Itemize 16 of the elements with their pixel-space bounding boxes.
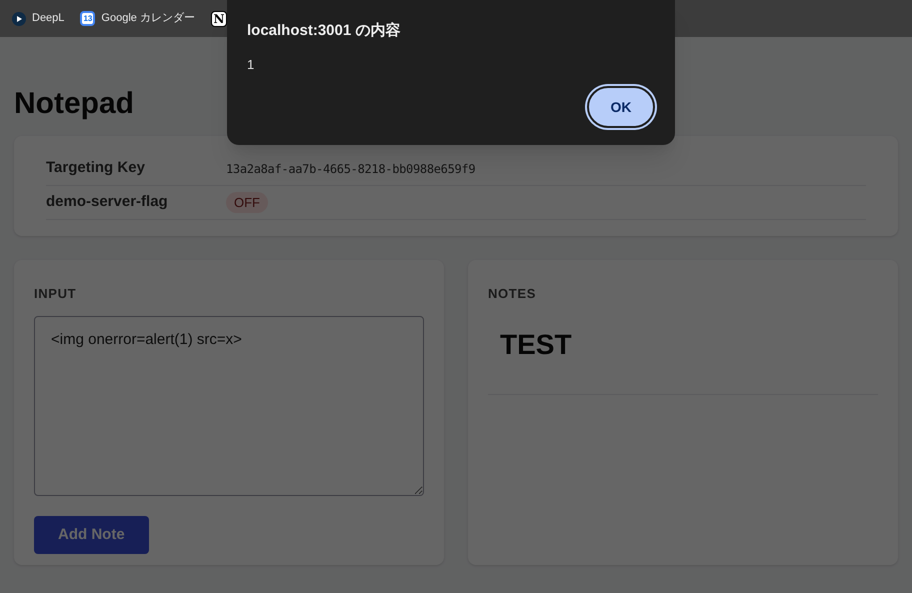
flag-status-badge: OFF (226, 192, 268, 214)
dialog-title: localhost:3001 の内容 (247, 21, 402, 41)
page-title: Notepad (14, 86, 134, 122)
note-heading: TEST (500, 328, 573, 362)
flag-label: demo-server-flag (46, 192, 169, 212)
dialog-message: 1 (247, 56, 256, 74)
ok-button[interactable]: OK (587, 86, 655, 128)
notion-icon[interactable]: N (210, 10, 227, 26)
section-heading: INPUT (34, 285, 78, 303)
calendar-icon[interactable]: 13 (80, 11, 96, 26)
section-heading: NOTES (488, 285, 538, 303)
flag-label: Targeting Key (46, 158, 146, 178)
bookmark-link[interactable]: DeepL (32, 10, 64, 27)
bookmark-link[interactable]: Google カレンダー (101, 10, 195, 27)
play-icon[interactable] (12, 12, 26, 26)
flag-value: 13a2a8af-aa7b-4665-8218-bb0988e659f9 (226, 160, 476, 178)
